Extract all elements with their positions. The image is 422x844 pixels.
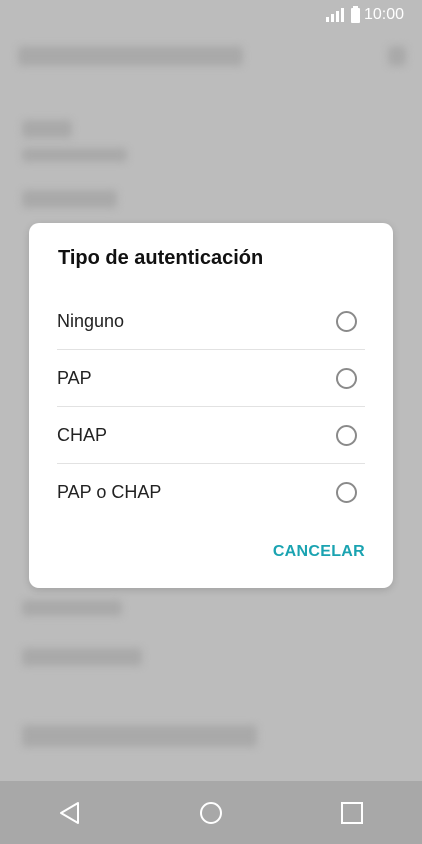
radio-button-icon[interactable] [336, 424, 357, 446]
status-time: 10:00 [363, 6, 404, 23]
option-label: CHAP [57, 424, 108, 445]
background-blur-block [22, 725, 257, 747]
background-blur-block [18, 46, 243, 66]
battery-icon [350, 5, 360, 23]
background-blur-block [22, 648, 142, 666]
dialog-title: Tipo de autenticación [58, 247, 264, 269]
option-ninguno[interactable]: Ninguno [57, 293, 365, 350]
radio-button-icon[interactable] [336, 482, 357, 503]
option-pap-o-chap[interactable]: PAP o CHAP [57, 464, 365, 521]
background-blur-block [388, 46, 406, 66]
status-bar: 10:00 [0, 0, 422, 30]
option-pap[interactable]: PAP [57, 350, 365, 407]
home-icon [199, 801, 222, 824]
radio-button-icon[interactable] [336, 367, 357, 389]
background-blur-block [22, 190, 117, 208]
options-list: Ninguno PAP CHAP PAP o CHAP [29, 293, 393, 521]
authentication-type-dialog: Tipo de autenticación Ninguno PAP CHAP P… [29, 223, 393, 588]
radio-button-icon[interactable] [336, 310, 357, 332]
back-icon [60, 801, 80, 824]
option-label: PAP o CHAP [57, 482, 162, 502]
recents-icon [340, 801, 363, 824]
cancel-button[interactable]: CANCELAR [273, 543, 365, 561]
back-button[interactable] [50, 793, 90, 833]
option-label: Ninguno [57, 310, 125, 331]
navigation-bar [0, 781, 422, 844]
option-chap[interactable]: CHAP [57, 407, 365, 464]
signal-icon [325, 8, 344, 22]
recents-button[interactable] [332, 793, 372, 833]
background-blur-block [22, 120, 72, 138]
background-blur-block [22, 600, 122, 616]
home-button[interactable] [191, 793, 231, 833]
background-blur-block [22, 148, 127, 162]
option-label: PAP [57, 367, 92, 388]
